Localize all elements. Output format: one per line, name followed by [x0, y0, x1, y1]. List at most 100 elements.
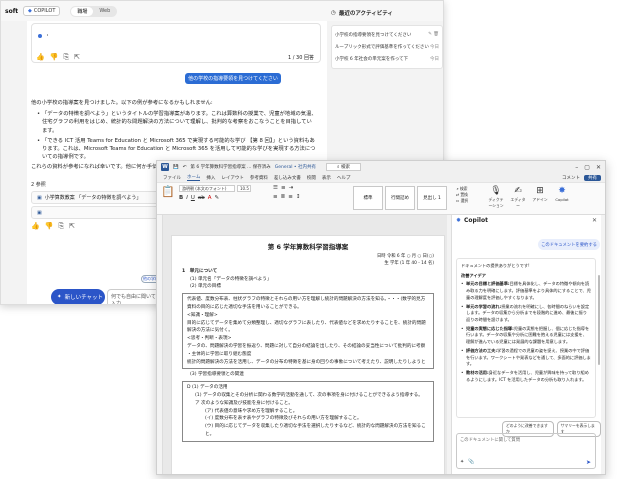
comments-button[interactable]: コメント: [562, 175, 580, 181]
numbered-list-icon[interactable]: ≡: [281, 185, 286, 191]
vertical-ruler: [157, 215, 163, 474]
close-icon[interactable]: ✕: [596, 164, 601, 171]
copilot-input-placeholder: このドキュメントに関して質問: [460, 438, 521, 443]
copilot-suggestion: 単元の学習の流れ:授業の流れを明確にし、各時間のねらいを設定します。データの収集…: [461, 304, 591, 324]
activity-item[interactable]: 小学校 6 年社会の単元案を作って下 今日: [335, 53, 439, 65]
tab-help[interactable]: ヘルプ: [337, 175, 351, 181]
tab-layout[interactable]: レイアウト: [221, 175, 244, 181]
references-title[interactable]: 2 参照: [31, 181, 171, 188]
doc-line: 統計的問題解決の方法を活用し、データの分布の特徴を基に身の回りの事象について考え…: [187, 359, 426, 365]
reference-card[interactable]: ▣ 小学算数教案 「データの特徴を調べよう」: [31, 191, 171, 204]
summarize-document-button[interactable]: このドキュメントを要約する: [538, 239, 600, 250]
close-pane-icon[interactable]: ✕: [592, 217, 597, 224]
word-titlebar: W 💾 ↶ 第 6 学年算数科学習指導案 ... 保存済み General • …: [157, 161, 605, 173]
copilot-input[interactable]: このドキュメントに関して質問: [456, 433, 596, 469]
align-right-icon[interactable]: ≡: [288, 194, 293, 200]
font-size-select[interactable]: 10.5: [237, 185, 251, 192]
thumbs-down-icon[interactable]: 👎: [45, 222, 54, 231]
word-window: W 💾 ↶ 第 6 学年算数科学習指導案 ... 保存済み General • …: [156, 160, 606, 475]
copilot-pane: ✸ Copilot ✕ このドキュメントを要約する ドキュメントの提供ありがとう…: [451, 215, 601, 474]
sensitivity-label[interactable]: General • 社内共有: [275, 164, 316, 170]
tab-review[interactable]: 校閲: [307, 175, 316, 181]
copilot-icon: ✸: [456, 216, 462, 224]
paste-icon[interactable]: 📋: [161, 185, 175, 198]
underline-icon[interactable]: U: [191, 195, 195, 201]
tab-references[interactable]: 参考資料: [250, 175, 268, 181]
document-title: 第 6 学年算数科学習指導案 ... 保存済み: [190, 165, 271, 170]
toggle-work[interactable]: 職場: [71, 6, 94, 16]
microphone-icon: 🎙: [490, 186, 502, 196]
activity-item[interactable]: ループリック形式で評価基準を作ってください 今日: [335, 41, 439, 53]
tab-home[interactable]: ホーム: [187, 174, 201, 181]
dictate-button[interactable]: 🎙 ディクテーション: [487, 186, 505, 209]
document-area: 第 6 学年算数科学習指導案 日時 令和 6 年 ○ 月 ○ 日(○) 生 学年…: [157, 215, 447, 474]
export-icon[interactable]: ⇱: [69, 222, 75, 231]
doc-unit-name: (1) 単元名「データの特徴を調べよう」: [190, 276, 272, 282]
send-icon[interactable]: ➤: [586, 459, 591, 466]
line-spacing-icon[interactable]: ↕: [296, 194, 301, 200]
doc-line: 代表値、度数分布表、柱状グラフの特徴とそれらの用い方を理解し統計的問題解決の方法…: [187, 297, 426, 303]
minimize-icon[interactable]: –: [575, 164, 578, 171]
align-center-icon[interactable]: ≣: [281, 194, 286, 200]
prompt-library-icon[interactable]: ✦: [460, 459, 464, 465]
doc-title: 第 6 学年算数科学習指導案: [267, 243, 349, 251]
save-icon[interactable]: 💾: [173, 165, 179, 170]
previous-answer-actions: 👍 👎 ⎘ ⇱: [36, 53, 80, 62]
share-button[interactable]: 共有: [584, 174, 601, 181]
copilot-chip[interactable]: ◆ COPILOT: [23, 6, 61, 16]
references: 2 参照 ▣ 小学算数教案 「データの特徴を調べよう」 ▣ 👍 👎 ⎘ ⇱: [31, 181, 171, 231]
thumbs-up-icon[interactable]: 👍: [31, 222, 40, 231]
thumbs-down-icon[interactable]: 👎: [50, 53, 59, 62]
user-message-bubble: 他の学校の指導要領を見つけてください: [185, 73, 281, 84]
highlight-icon[interactable]: ✎: [215, 195, 220, 201]
copilot-logo-icon: ◆: [28, 8, 32, 14]
export-icon[interactable]: ⇱: [74, 53, 80, 62]
list-icons: ☰ ≡ ⇥: [273, 185, 343, 191]
doc-curriculum-box: D (1) データの活用 (1) データの収集とその分析に関わる数学的活動を通し…: [182, 381, 434, 442]
style-no-spacing[interactable]: 行間詰め: [385, 186, 415, 210]
attach-icon[interactable]: 📎: [468, 459, 474, 465]
edit-delete-icon[interactable]: ✎ 🗑: [428, 32, 439, 38]
doc-meta-date: 日時 令和 6 年 ○ 月 ○ 日(○): [377, 254, 434, 260]
strikethrough-icon[interactable]: ab: [198, 195, 205, 201]
tab-file[interactable]: ファイル: [163, 175, 181, 181]
tab-insert[interactable]: 挿入: [206, 175, 215, 181]
select-button[interactable]: ▭ 選択: [453, 198, 471, 204]
bullet-list-icon[interactable]: ☰: [273, 185, 278, 191]
copilot-chip-label: COPILOT: [33, 8, 56, 14]
toggle-web[interactable]: Web: [93, 7, 116, 16]
copilot-scrollbar[interactable]: [598, 275, 600, 365]
reference-card[interactable]: ▣: [31, 206, 171, 219]
new-chat-button[interactable]: ✦ 新しいチャット: [51, 289, 105, 304]
style-normal[interactable]: 標準: [353, 186, 383, 210]
style-heading-1[interactable]: 見出し 1: [417, 186, 447, 210]
italic-icon[interactable]: I: [186, 195, 188, 201]
font-name-select[interactable]: 游明朝 (本文のフォント): [179, 185, 235, 192]
copy-icon[interactable]: ⎘: [63, 53, 69, 62]
maximize-icon[interactable]: ▢: [584, 164, 590, 171]
doc-section-heading: 1 単元について: [182, 268, 218, 274]
addins-button[interactable]: ⊞ アドイン: [531, 186, 549, 203]
search-box[interactable]: ⌕ 検索: [326, 163, 361, 171]
document-icon: ▣: [37, 194, 42, 201]
undo-icon[interactable]: ↶: [183, 165, 187, 170]
bold-icon[interactable]: B: [179, 195, 183, 201]
work-web-toggle[interactable]: 職場 Web: [70, 5, 118, 17]
copilot-ribbon-button[interactable]: ✸ Copilot: [553, 186, 571, 202]
thumbs-up-icon[interactable]: 👍: [36, 53, 45, 62]
tab-view[interactable]: 表示: [322, 175, 331, 181]
editor-button[interactable]: ✍ エディター: [509, 186, 527, 209]
indent-icon[interactable]: ⇥: [289, 185, 294, 191]
document-page[interactable]: 第 6 学年算数科学習指導案 日時 令和 6 年 ○ 月 ○ 日(○) 生 学年…: [171, 235, 445, 474]
font-color-icon[interactable]: A: [208, 195, 212, 201]
copilot-suggestion: 評価方法の工夫:学習の過程での児童の姿を捉え、授業の中で評価を行います。ワークシ…: [461, 348, 591, 368]
clipboard-group: 📋: [161, 185, 175, 198]
activity-item[interactable]: 小学校の指導要領を見つけてください ✎ 🗑: [335, 29, 439, 41]
doc-line: D (1) データの活用: [187, 385, 228, 391]
align-left-icon[interactable]: ≡: [273, 194, 278, 200]
copy-icon[interactable]: ⎘: [58, 222, 64, 231]
tab-mailings[interactable]: 差し込み文書: [274, 175, 301, 181]
tab-actions: コメント 共有: [562, 174, 605, 181]
editor-icon: ✍: [514, 186, 522, 196]
doc-line: (ア) 代表値の意味や求め方を理解すること。: [205, 408, 298, 414]
